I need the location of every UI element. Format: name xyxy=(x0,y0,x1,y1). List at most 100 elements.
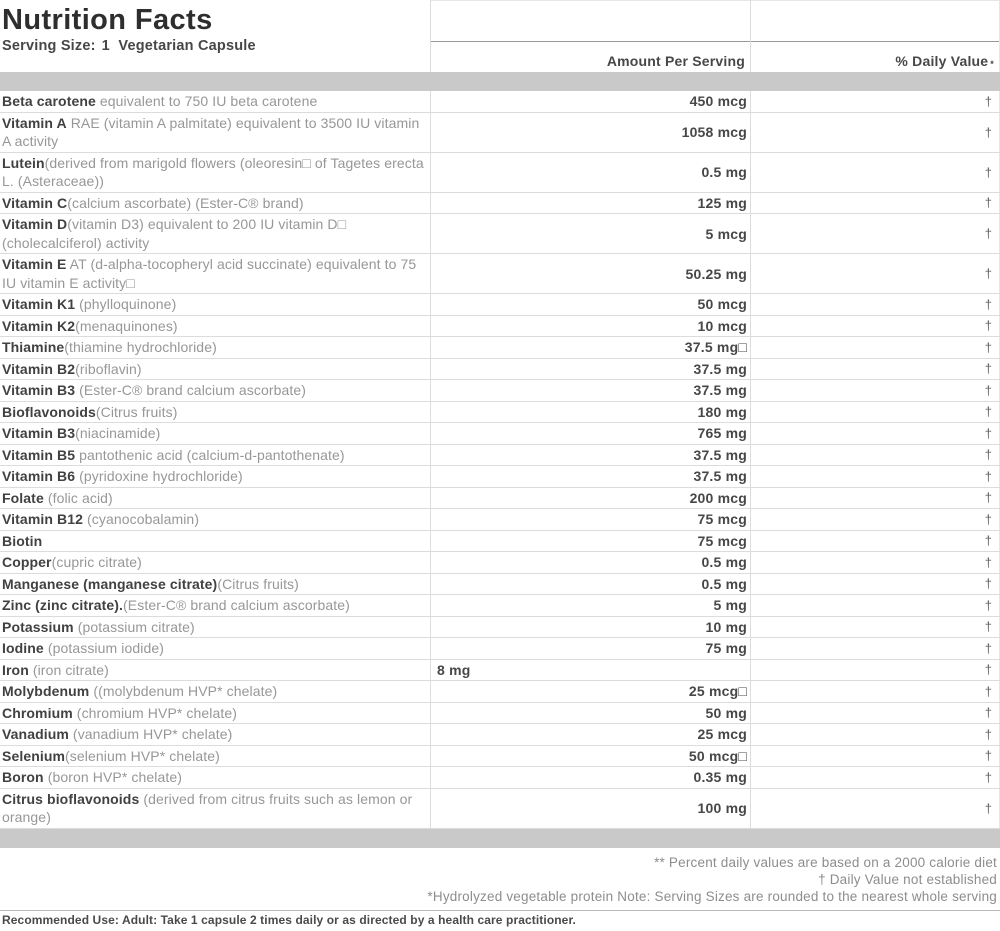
daily-value-cell: † xyxy=(750,466,1000,487)
nutrient-name-cell: Molybdenum ((molybdenum HVP* chelate) xyxy=(0,681,430,702)
daily-value-cell: † xyxy=(750,193,1000,214)
amount-cell: 37.5 mg xyxy=(430,466,750,487)
daily-value-cell: † xyxy=(750,531,1000,552)
daily-value-cell: † xyxy=(750,153,1000,192)
amount-cell: 100 mg xyxy=(430,789,750,828)
amount-cell: 0.5 mg xyxy=(430,153,750,192)
nutrient-description: (menaquinones) xyxy=(75,318,178,334)
nutrient-row: Vitamin B3 (Ester-C® brand calcium ascor… xyxy=(0,380,1000,402)
nutrient-description: (iron citrate) xyxy=(29,662,109,678)
nutrient-name: Beta carotene xyxy=(2,93,96,109)
amount-cell: 25 mcg□ xyxy=(430,681,750,702)
nutrient-name-cell: Zinc (zinc citrate).(Ester-C® brand calc… xyxy=(0,595,430,616)
nutrient-row: Copper(cupric citrate)0.5 mg† xyxy=(0,552,1000,574)
daily-value-cell: † xyxy=(750,552,1000,573)
nutrient-row: Boron (boron HVP* chelate)0.35 mg† xyxy=(0,767,1000,789)
nutrient-name: Selenium xyxy=(2,748,65,764)
nutrient-row: Vitamin A RAE (vitamin A palmitate) equi… xyxy=(0,113,1000,153)
nutrient-description: (boron HVP* chelate) xyxy=(44,769,182,785)
page-title: Nutrition Facts xyxy=(2,4,430,36)
nutrient-name: Vitamin B2 xyxy=(2,361,75,377)
nutrient-name: Vitamin B5 xyxy=(2,447,75,463)
nutrient-rows: Beta carotene equivalent to 750 IU beta … xyxy=(0,91,1000,829)
nutrient-description: (Ester-C® brand calcium ascorbate) xyxy=(123,597,350,613)
serving-size-value: 1 Vegetarian Capsule xyxy=(102,38,256,54)
nutrient-name-cell: Folate (folic acid) xyxy=(0,488,430,509)
nutrient-row: Vitamin K1 (phylloquinone)50 mcg† xyxy=(0,294,1000,316)
amount-cell: 75 mcg xyxy=(430,531,750,552)
nutrient-description: (Citrus fruits) xyxy=(96,404,178,420)
nutrient-row: Iron (iron citrate)8 mg† xyxy=(0,660,1000,682)
nutrient-name-cell: Vitamin B3(niacinamide) xyxy=(0,423,430,444)
daily-value-cell: † xyxy=(750,380,1000,401)
daily-value-cell: † xyxy=(750,488,1000,509)
nutrient-description: (selenium HVP* chelate) xyxy=(65,748,220,764)
nutrient-row: Chromium (chromium HVP* chelate) 50 mg† xyxy=(0,703,1000,725)
daily-value-cell: † xyxy=(750,595,1000,616)
nutrient-name: Vitamin K2 xyxy=(2,318,75,334)
daily-value-cell: † xyxy=(750,681,1000,702)
nutrient-name-cell: Iron (iron citrate) xyxy=(0,660,430,681)
nutrient-row: Iodine (potassium iodide)75 mg† xyxy=(0,638,1000,660)
serving-size-label: Serving Size: xyxy=(2,38,96,54)
header-spacer xyxy=(751,1,999,42)
nutrient-name-cell: Copper(cupric citrate) xyxy=(0,552,430,573)
nutrient-row: Potassium (potassium citrate)10 mg† xyxy=(0,617,1000,639)
column-header-amount-cell: Amount Per Serving xyxy=(430,0,750,72)
amount-cell: 50 mg xyxy=(430,703,750,724)
amount-cell: 25 mcg xyxy=(430,724,750,745)
nutrient-name-cell: Selenium(selenium HVP* chelate) xyxy=(0,746,430,767)
title-cell: Nutrition Facts Serving Size: 1 Vegetaria… xyxy=(0,0,430,72)
nutrient-row: Vitamin B12 (cyanocobalamin)75 mcg† xyxy=(0,509,1000,531)
nutrient-name-cell: Vitamin A RAE (vitamin A palmitate) equi… xyxy=(0,113,430,152)
nutrient-name: Vitamin B6 xyxy=(2,468,75,484)
nutrient-description: (chromium HVP* chelate) xyxy=(73,705,237,721)
column-header-amount: Amount Per Serving xyxy=(431,42,750,72)
table-header: Nutrition Facts Serving Size: 1 Vegetaria… xyxy=(0,0,1000,72)
nutrient-name: Potassium xyxy=(2,619,74,635)
nutrition-facts-panel: Nutrition Facts Serving Size: 1 Vegetaria… xyxy=(0,0,1000,931)
nutrient-name-cell: Vanadium (vanadium HVP* chelate) xyxy=(0,724,430,745)
nutrient-name-cell: Vitamin B2(riboflavin) xyxy=(0,359,430,380)
nutrient-row: Molybdenum ((molybdenum HVP* chelate)25 … xyxy=(0,681,1000,703)
nutrient-name: Zinc (zinc citrate). xyxy=(2,597,123,613)
daily-value-cell: † xyxy=(750,254,1000,293)
nutrient-name: Chromium xyxy=(2,705,73,721)
nutrient-name-cell: Vitamin K2(menaquinones) xyxy=(0,316,430,337)
column-header-daily-value: % Daily Value* xyxy=(751,42,999,72)
amount-cell: 180 mg xyxy=(430,402,750,423)
amount-cell: 75 mg xyxy=(430,638,750,659)
daily-value-cell: † xyxy=(750,703,1000,724)
serving-size: Serving Size: 1 Vegetarian Capsule xyxy=(2,38,430,54)
daily-value-cell: † xyxy=(750,402,1000,423)
daily-value-cell: † xyxy=(750,746,1000,767)
nutrient-description: (calcium ascorbate) (Ester-C® brand) xyxy=(67,195,303,211)
daily-value-cell: † xyxy=(750,91,1000,112)
amount-cell: 200 mcg xyxy=(430,488,750,509)
nutrient-row: Selenium(selenium HVP* chelate)50 mcg□† xyxy=(0,746,1000,768)
nutrient-description: (Citrus fruits) xyxy=(217,576,299,592)
nutrient-description: (Ester-C® brand calcium ascorbate) xyxy=(75,382,306,398)
nutrient-name-cell: Vitamin B12 (cyanocobalamin) xyxy=(0,509,430,530)
nutrient-name-cell: Vitamin B3 (Ester-C® brand calcium ascor… xyxy=(0,380,430,401)
nutrient-row: Bioflavonoids(Citrus fruits)180 mg† xyxy=(0,402,1000,424)
nutrient-row: Vitamin B3(niacinamide)765 mg† xyxy=(0,423,1000,445)
nutrient-row: Folate (folic acid)200 mcg† xyxy=(0,488,1000,510)
amount-cell: 8 mg xyxy=(430,660,750,681)
nutrient-name: Iron xyxy=(2,662,29,678)
nutrient-name: Thiamine xyxy=(2,339,64,355)
daily-value-cell: † xyxy=(750,574,1000,595)
nutrient-name-cell: Lutein(derived from marigold flowers (ol… xyxy=(0,153,430,192)
nutrient-description: (thiamine hydrochloride) xyxy=(64,339,217,355)
nutrient-description: (pyridoxine hydrochloride) xyxy=(75,468,243,484)
nutrient-name-cell: Thiamine(thiamine hydrochloride) xyxy=(0,337,430,358)
recommended-use: Recommended Use: Adult: Take 1 capsule 2… xyxy=(0,911,1000,931)
nutrient-name-cell: Vitamin B5 pantothenic acid (calcium-d-p… xyxy=(0,445,430,466)
nutrient-name-cell: Vitamin C(calcium ascorbate) (Ester-C® b… xyxy=(0,193,430,214)
nutrient-name: Vitamin B12 xyxy=(2,511,83,527)
daily-value-cell: † xyxy=(750,316,1000,337)
amount-cell: 5 mcg xyxy=(430,214,750,253)
amount-cell: 50.25 mg xyxy=(430,254,750,293)
footnotes: ** Percent daily values are based on a 2… xyxy=(0,848,1000,910)
daily-value-cell: † xyxy=(750,789,1000,828)
